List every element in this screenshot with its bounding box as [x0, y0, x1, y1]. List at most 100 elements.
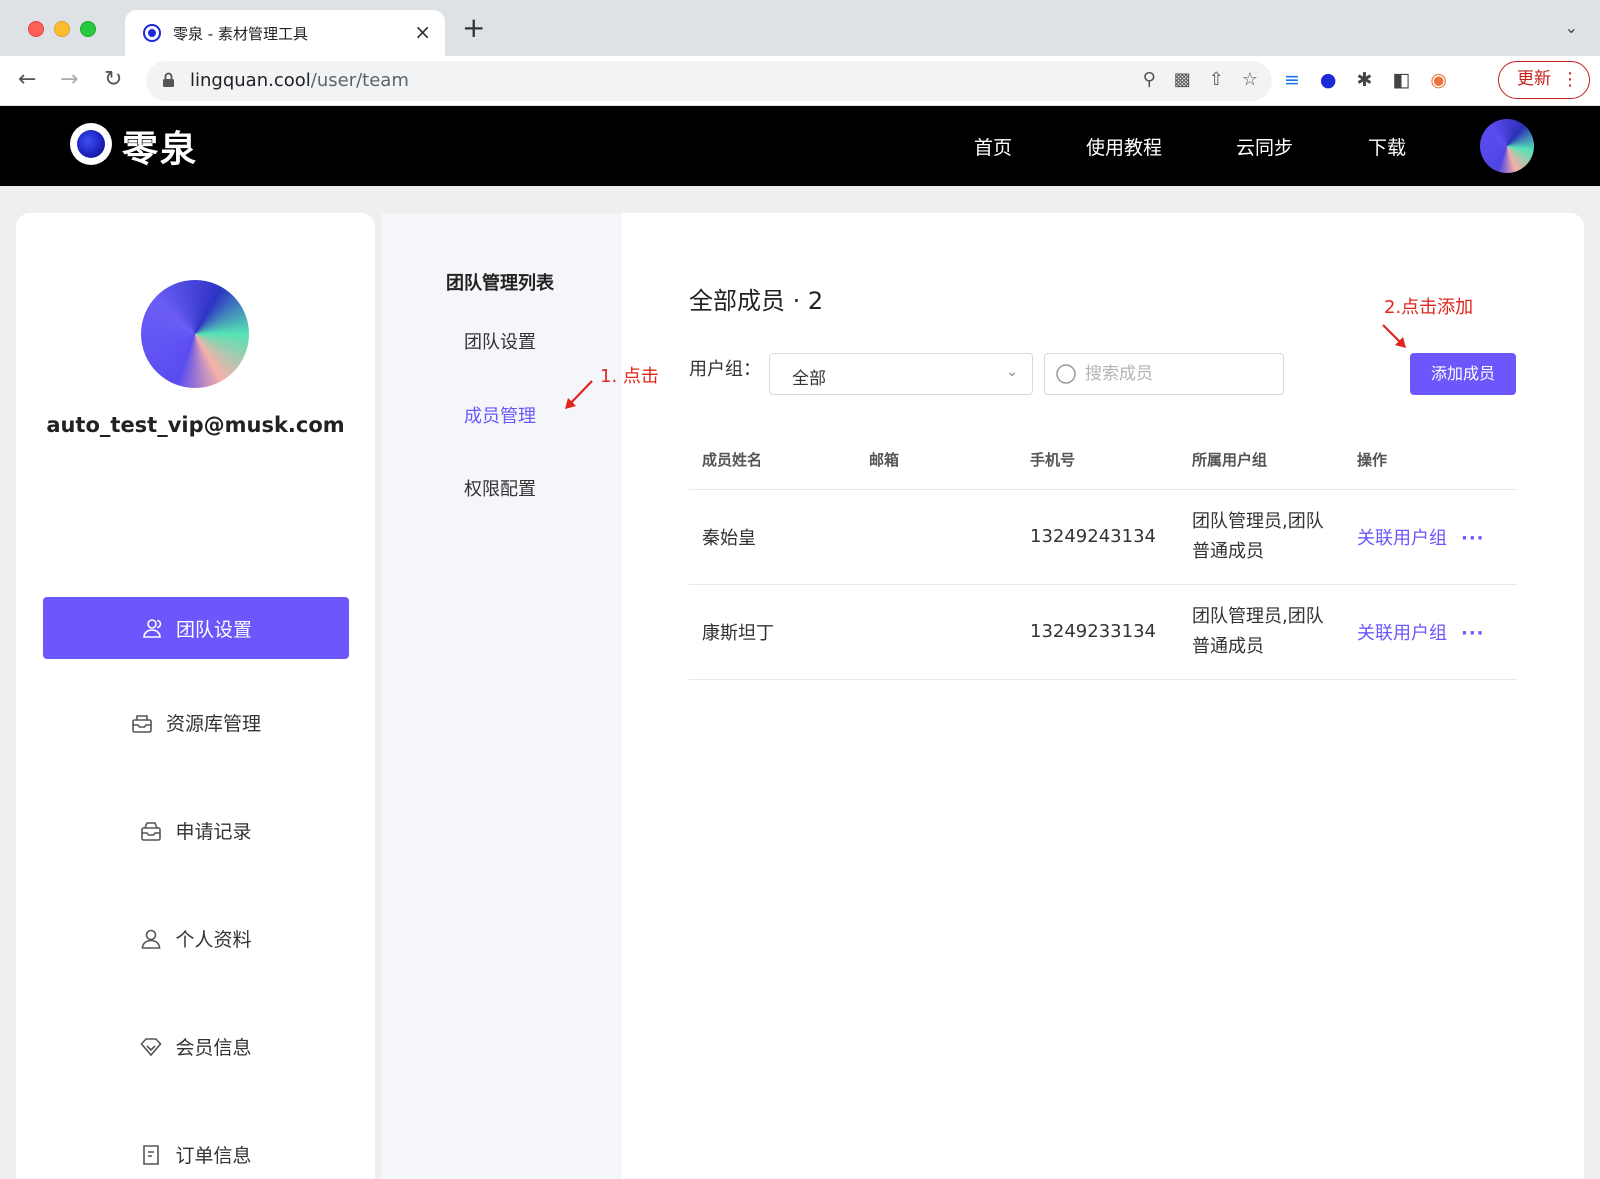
password-key-icon[interactable]: ⚲ [1143, 69, 1156, 90]
tab-search-chevron-icon[interactable]: ⌄ [1565, 18, 1578, 37]
inbox-icon [141, 821, 162, 841]
account-sidebar: auto_test_vip@musk.com 团队设置 资源库管理 申请记录 个… [16, 213, 375, 1179]
tab-close-icon[interactable]: × [414, 20, 431, 44]
library-icon [132, 714, 152, 733]
member-groups-line: 团队管理员,团队 [1192, 605, 1324, 627]
logo-text[interactable]: 零泉 [122, 120, 198, 172]
link-user-group-link[interactable]: 关联用户组 [1357, 623, 1447, 644]
submenu-item-permissions[interactable]: 权限配置 [464, 475, 536, 501]
member-search-box[interactable] [1044, 353, 1284, 395]
url-host: lingquan.cool [190, 70, 311, 91]
member-management-panel: 全部成员 · 2 用户组： 全部 ⌄ 添加成员 成员姓名 邮箱 手机号 所属用户… [622, 213, 1584, 1179]
extensions-puzzle-icon[interactable]: ✱ [1357, 69, 1373, 91]
order-icon [143, 1144, 160, 1165]
sidebar-item-label: 会员信息 [175, 1037, 252, 1059]
sidebar-item-label: 资源库管理 [165, 713, 261, 735]
browser-tab[interactable]: 零泉 - 素材管理工具 × [125, 10, 445, 56]
sidebar-item-library[interactable]: 资源库管理 [16, 709, 375, 736]
member-groups: 团队管理员,团队 普通成员 [1179, 489, 1344, 585]
submenu-item-team-settings[interactable]: 团队设置 [464, 328, 536, 354]
more-actions-icon[interactable]: ··· [1461, 528, 1485, 549]
forward-arrow-icon[interactable]: → [60, 65, 78, 95]
annotation-step2: 2.点击添加 [1384, 297, 1474, 318]
member-email [856, 584, 1017, 680]
nav-home[interactable]: 首页 [974, 133, 1012, 160]
submenu-item-member-management[interactable]: 成员管理 [464, 402, 536, 428]
member-actions: 关联用户组 ··· [1344, 584, 1517, 680]
tab-title: 零泉 - 素材管理工具 [173, 25, 308, 43]
search-input[interactable] [1085, 361, 1275, 387]
reload-icon[interactable]: ↻ [104, 65, 122, 95]
table-row: 秦始皇 13249243134 团队管理员,团队 普通成员 关联用户组 ··· [689, 489, 1517, 585]
member-phone: 13249233134 [1017, 584, 1179, 680]
table-row: 康斯坦丁 13249233134 团队管理员,团队 普通成员 关联用户组 ··· [689, 584, 1517, 680]
diamond-icon [140, 1037, 163, 1056]
member-phone: 13249243134 [1017, 489, 1179, 585]
member-actions: 关联用户组 ··· [1344, 489, 1517, 585]
submenu-title: 团队管理列表 [446, 273, 554, 294]
col-email: 邮箱 [856, 431, 1017, 490]
more-vertical-icon: ⋮ [1561, 69, 1579, 90]
nav-cloud-sync[interactable]: 云同步 [1236, 133, 1293, 160]
member-name: 秦始皇 [689, 489, 856, 585]
chevron-down-icon: ⌄ [1006, 364, 1018, 380]
col-actions: 操作 [1344, 431, 1517, 490]
logo-eye-icon[interactable] [70, 123, 112, 165]
sidebar-item-team-settings[interactable]: 团队设置 [43, 597, 349, 659]
table-header-row: 成员姓名 邮箱 手机号 所属用户组 操作 [689, 431, 1517, 490]
col-name: 成员姓名 [689, 431, 856, 490]
sidebar-item-profile[interactable]: 个人资料 [16, 925, 375, 952]
sidebar-item-label: 团队设置 [175, 618, 252, 641]
minimize-window-button[interactable] [54, 21, 70, 37]
user-group-select-value: 全部 [792, 369, 826, 389]
sidebar-item-applications[interactable]: 申请记录 [16, 817, 375, 844]
bookmark-star-icon[interactable]: ☆ [1242, 69, 1258, 90]
profile-fox-icon[interactable]: ◉ [1430, 69, 1447, 91]
sidebar-item-label: 订单信息 [175, 1145, 252, 1167]
nav-tutorial[interactable]: 使用教程 [1086, 133, 1162, 160]
share-icon[interactable]: ⇧ [1209, 69, 1224, 90]
side-panel-icon[interactable]: ◧ [1392, 69, 1410, 91]
site-header: 零泉 首页 使用教程 云同步 下载 [0, 106, 1600, 186]
extension-layers-icon[interactable]: ≡ [1284, 69, 1300, 91]
col-user-group: 所属用户组 [1179, 431, 1344, 490]
user-group-label: 用户组： [689, 359, 761, 380]
header-avatar[interactable] [1480, 119, 1534, 173]
user-group-select[interactable]: 全部 ⌄ [769, 353, 1033, 395]
member-groups: 团队管理员,团队 普通成员 [1179, 584, 1344, 680]
annotation-arrow-icon [1382, 324, 1406, 348]
add-member-button[interactable]: 添加成员 [1410, 353, 1516, 395]
more-actions-icon[interactable]: ··· [1461, 623, 1485, 644]
lock-icon[interactable] [162, 72, 175, 92]
members-table: 成员姓名 邮箱 手机号 所属用户组 操作 秦始皇 13249243134 团队管… [689, 431, 1517, 680]
user-icon [142, 929, 161, 949]
browser-toolbar: ← → ↻ lingquan.cool/user/team ⚲ ▩ ⇧ ☆ ≡ … [0, 56, 1600, 106]
browser-titlebar: 零泉 - 素材管理工具 × + ⌄ [0, 0, 1600, 56]
user-email: auto_test_vip@musk.com [46, 413, 345, 437]
annotation-step1: 1. 点击 [600, 366, 659, 387]
member-email [856, 489, 1017, 585]
address-bar[interactable]: lingquan.cool/user/team ⚲ ▩ ⇧ ☆ [146, 61, 1272, 101]
site-favicon-icon [143, 24, 161, 42]
member-groups-line: 团队管理员,团队 [1192, 510, 1324, 532]
search-icon [1056, 364, 1076, 384]
url-text[interactable]: lingquan.cool/user/team [190, 70, 409, 91]
sidebar-item-membership[interactable]: 会员信息 [16, 1033, 375, 1060]
new-tab-button[interactable]: + [462, 14, 485, 42]
sidebar-item-label: 申请记录 [175, 821, 252, 843]
member-name: 康斯坦丁 [689, 584, 856, 680]
translate-icon[interactable]: ▩ [1174, 69, 1191, 90]
team-submenu: 团队管理列表 团队设置 成员管理 权限配置 [382, 213, 622, 1179]
back-arrow-icon[interactable]: ← [18, 65, 36, 95]
maximize-window-button[interactable] [80, 21, 96, 37]
browser-update-button[interactable]: 更新 ⋮ [1498, 61, 1590, 99]
url-path: /user/team [310, 70, 409, 91]
sidebar-item-orders[interactable]: 订单信息 [16, 1141, 375, 1168]
member-groups-line: 普通成员 [1192, 635, 1264, 657]
close-window-button[interactable] [28, 21, 44, 37]
extension-lingquan-icon[interactable]: ● [1320, 69, 1337, 91]
team-icon [143, 619, 162, 638]
link-user-group-link[interactable]: 关联用户组 [1357, 528, 1447, 549]
nav-download[interactable]: 下载 [1368, 133, 1406, 160]
user-avatar [141, 280, 249, 388]
